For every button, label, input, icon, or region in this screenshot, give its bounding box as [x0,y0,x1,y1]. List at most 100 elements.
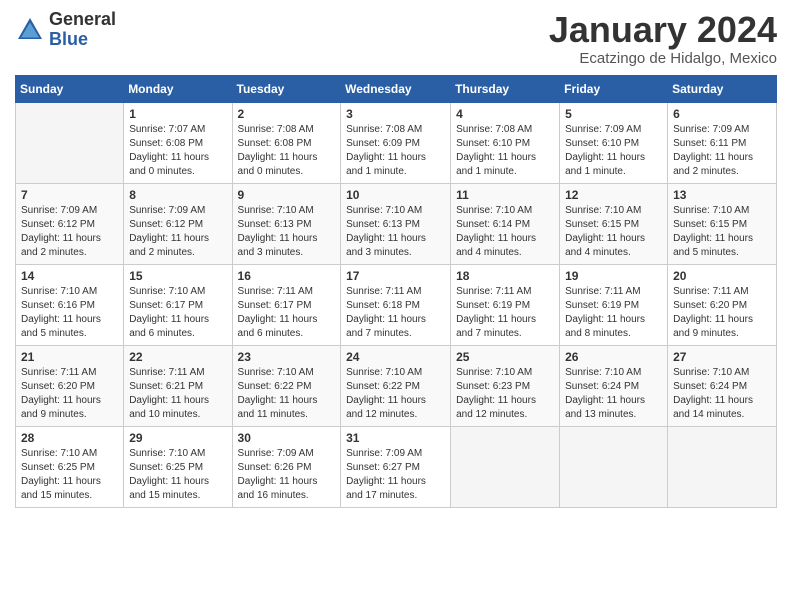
cell-week1-day5: 5 Sunrise: 7:09 AM Sunset: 6:10 PM Dayli… [560,102,668,183]
sunrise-text: Sunrise: 7:10 AM [21,447,118,461]
day-number: 13 [673,188,771,202]
daylight-text: Daylight: 11 hours and 16 minutes. [238,475,336,503]
day-info: Sunrise: 7:11 AM Sunset: 6:19 PM Dayligh… [565,285,662,341]
day-number: 3 [346,107,445,121]
day-info: Sunrise: 7:11 AM Sunset: 6:19 PM Dayligh… [456,285,554,341]
header-wednesday: Wednesday [341,75,451,102]
cell-week1-day2: 2 Sunrise: 7:08 AM Sunset: 6:08 PM Dayli… [232,102,341,183]
day-number: 24 [346,350,445,364]
cell-week3-day0: 14 Sunrise: 7:10 AM Sunset: 6:16 PM Dayl… [16,264,124,345]
day-number: 6 [673,107,771,121]
sunrise-text: Sunrise: 7:11 AM [456,285,554,299]
week-row-1: 1 Sunrise: 7:07 AM Sunset: 6:08 PM Dayli… [16,102,777,183]
cell-week5-day1: 29 Sunrise: 7:10 AM Sunset: 6:25 PM Dayl… [124,426,232,507]
daylight-text: Daylight: 11 hours and 14 minutes. [673,394,771,422]
day-info: Sunrise: 7:10 AM Sunset: 6:24 PM Dayligh… [673,366,771,422]
day-info: Sunrise: 7:10 AM Sunset: 6:13 PM Dayligh… [238,204,336,260]
sunrise-text: Sunrise: 7:10 AM [21,285,118,299]
daylight-text: Daylight: 11 hours and 4 minutes. [456,232,554,260]
logo-general-text: General [49,10,116,30]
sunrise-text: Sunrise: 7:11 AM [129,366,226,380]
sunrise-text: Sunrise: 7:11 AM [673,285,771,299]
sunset-text: Sunset: 6:25 PM [129,461,226,475]
calendar-table: Sunday Monday Tuesday Wednesday Thursday… [15,75,777,508]
sunset-text: Sunset: 6:21 PM [129,380,226,394]
day-info: Sunrise: 7:10 AM Sunset: 6:25 PM Dayligh… [21,447,118,503]
day-number: 26 [565,350,662,364]
daylight-text: Daylight: 11 hours and 5 minutes. [673,232,771,260]
cell-week1-day1: 1 Sunrise: 7:07 AM Sunset: 6:08 PM Dayli… [124,102,232,183]
logo-blue-text: Blue [49,30,116,50]
sunrise-text: Sunrise: 7:09 AM [238,447,336,461]
day-number: 28 [21,431,118,445]
day-number: 2 [238,107,336,121]
day-info: Sunrise: 7:10 AM Sunset: 6:22 PM Dayligh… [238,366,336,422]
day-info: Sunrise: 7:10 AM Sunset: 6:14 PM Dayligh… [456,204,554,260]
cell-week5-day4 [451,426,560,507]
sunset-text: Sunset: 6:15 PM [565,218,662,232]
day-number: 5 [565,107,662,121]
day-info: Sunrise: 7:11 AM Sunset: 6:20 PM Dayligh… [21,366,118,422]
sunset-text: Sunset: 6:24 PM [673,380,771,394]
daylight-text: Daylight: 11 hours and 1 minute. [456,151,554,179]
header-sunday: Sunday [16,75,124,102]
day-info: Sunrise: 7:09 AM Sunset: 6:11 PM Dayligh… [673,123,771,179]
sunset-text: Sunset: 6:13 PM [346,218,445,232]
cell-week1-day6: 6 Sunrise: 7:09 AM Sunset: 6:11 PM Dayli… [668,102,777,183]
sunset-text: Sunset: 6:22 PM [346,380,445,394]
daylight-text: Daylight: 11 hours and 2 minutes. [673,151,771,179]
sunset-text: Sunset: 6:20 PM [673,299,771,313]
sunset-text: Sunset: 6:20 PM [21,380,118,394]
day-number: 16 [238,269,336,283]
sunset-text: Sunset: 6:12 PM [21,218,118,232]
sunrise-text: Sunrise: 7:10 AM [238,204,336,218]
daylight-text: Daylight: 11 hours and 4 minutes. [565,232,662,260]
sunset-text: Sunset: 6:10 PM [456,137,554,151]
cell-week3-day3: 17 Sunrise: 7:11 AM Sunset: 6:18 PM Dayl… [341,264,451,345]
sunset-text: Sunset: 6:19 PM [456,299,554,313]
day-number: 4 [456,107,554,121]
day-info: Sunrise: 7:07 AM Sunset: 6:08 PM Dayligh… [129,123,226,179]
day-number: 1 [129,107,226,121]
daylight-text: Daylight: 11 hours and 0 minutes. [238,151,336,179]
cell-week1-day3: 3 Sunrise: 7:08 AM Sunset: 6:09 PM Dayli… [341,102,451,183]
sunrise-text: Sunrise: 7:08 AM [238,123,336,137]
day-info: Sunrise: 7:08 AM Sunset: 6:08 PM Dayligh… [238,123,336,179]
cell-week5-day0: 28 Sunrise: 7:10 AM Sunset: 6:25 PM Dayl… [16,426,124,507]
daylight-text: Daylight: 11 hours and 12 minutes. [456,394,554,422]
day-number: 14 [21,269,118,283]
sunrise-text: Sunrise: 7:10 AM [129,285,226,299]
cell-week3-day4: 18 Sunrise: 7:11 AM Sunset: 6:19 PM Dayl… [451,264,560,345]
cell-week3-day2: 16 Sunrise: 7:11 AM Sunset: 6:17 PM Dayl… [232,264,341,345]
day-info: Sunrise: 7:09 AM Sunset: 6:27 PM Dayligh… [346,447,445,503]
daylight-text: Daylight: 11 hours and 12 minutes. [346,394,445,422]
daylight-text: Daylight: 11 hours and 15 minutes. [21,475,118,503]
sunrise-text: Sunrise: 7:10 AM [565,366,662,380]
day-info: Sunrise: 7:10 AM Sunset: 6:17 PM Dayligh… [129,285,226,341]
sunset-text: Sunset: 6:26 PM [238,461,336,475]
cell-week2-day0: 7 Sunrise: 7:09 AM Sunset: 6:12 PM Dayli… [16,183,124,264]
cell-week4-day4: 25 Sunrise: 7:10 AM Sunset: 6:23 PM Dayl… [451,345,560,426]
sunrise-text: Sunrise: 7:07 AM [129,123,226,137]
day-number: 22 [129,350,226,364]
daylight-text: Daylight: 11 hours and 9 minutes. [673,313,771,341]
cell-week4-day1: 22 Sunrise: 7:11 AM Sunset: 6:21 PM Dayl… [124,345,232,426]
cell-week3-day6: 20 Sunrise: 7:11 AM Sunset: 6:20 PM Dayl… [668,264,777,345]
sunrise-text: Sunrise: 7:10 AM [456,204,554,218]
cell-week3-day1: 15 Sunrise: 7:10 AM Sunset: 6:17 PM Dayl… [124,264,232,345]
week-row-5: 28 Sunrise: 7:10 AM Sunset: 6:25 PM Dayl… [16,426,777,507]
sunset-text: Sunset: 6:22 PM [238,380,336,394]
day-info: Sunrise: 7:08 AM Sunset: 6:10 PM Dayligh… [456,123,554,179]
sunset-text: Sunset: 6:14 PM [456,218,554,232]
day-info: Sunrise: 7:09 AM Sunset: 6:12 PM Dayligh… [21,204,118,260]
day-number: 12 [565,188,662,202]
sunset-text: Sunset: 6:18 PM [346,299,445,313]
day-number: 8 [129,188,226,202]
daylight-text: Daylight: 11 hours and 13 minutes. [565,394,662,422]
day-info: Sunrise: 7:10 AM Sunset: 6:22 PM Dayligh… [346,366,445,422]
cell-week4-day3: 24 Sunrise: 7:10 AM Sunset: 6:22 PM Dayl… [341,345,451,426]
sunset-text: Sunset: 6:12 PM [129,218,226,232]
sunrise-text: Sunrise: 7:11 AM [565,285,662,299]
day-number: 23 [238,350,336,364]
cell-week5-day3: 31 Sunrise: 7:09 AM Sunset: 6:27 PM Dayl… [341,426,451,507]
